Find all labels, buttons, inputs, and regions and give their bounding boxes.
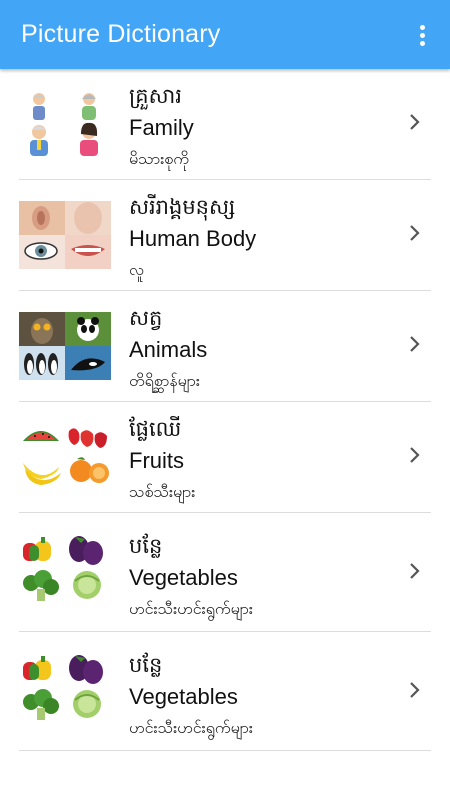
khmer-label: ផ្លែឈើ <box>129 417 182 441</box>
burmese-label: လူ <box>129 260 144 279</box>
burmese-label: ဟင်းသီးဟင်းရွက်များ <box>129 599 253 618</box>
chevron-right-icon <box>410 114 420 130</box>
chevron-right-icon <box>410 447 420 463</box>
english-label: Vegetables <box>129 565 238 590</box>
category-list: គ្រួសារ Family မိသားစုကို សរីរាង្គមនុស្ស… <box>0 69 450 751</box>
khmer-label: បន្លែ <box>129 534 163 558</box>
category-row-human-body[interactable]: សរីរាង្គមនុស្ស Human Body လူ <box>19 180 431 291</box>
chevron-right-icon <box>410 682 420 698</box>
human-body-parts-icon <box>19 201 111 269</box>
burmese-label: ဟင်းသီးဟင်းရွက်များ <box>129 718 253 737</box>
category-row-fruits[interactable]: ផ្លែឈើ Fruits သစ်သီးများ <box>19 402 431 513</box>
app-title: Picture Dictionary <box>21 20 221 48</box>
overflow-dot <box>419 40 425 46</box>
chevron-right-icon <box>410 563 420 579</box>
overflow-dot <box>419 24 425 30</box>
khmer-label: សរីរាង្គមនុស្ស <box>129 195 236 219</box>
animals-icon <box>19 312 111 380</box>
chevron-right-icon <box>410 336 420 352</box>
vegetables-icon <box>23 536 103 601</box>
overflow-dot <box>419 32 425 38</box>
category-row-animals[interactable]: សត្វ Animals တိရိစ္ဆာန်များ <box>19 291 431 402</box>
family-members-icon <box>30 93 98 156</box>
fruits-icon <box>23 428 109 485</box>
burmese-label: မိသားစုကို <box>129 149 189 168</box>
chevron-right-icon <box>410 225 420 241</box>
category-row-vegetables-2[interactable]: បន្លែ Vegetables ဟင်းသီးဟင်းရွက်များ <box>19 632 431 751</box>
vegetables-icon <box>23 655 103 720</box>
category-row-vegetables[interactable]: បន្លែ Vegetables ဟင်းသီးဟင်းရွက်များ <box>19 513 431 632</box>
khmer-label: សត្វ <box>129 306 163 330</box>
category-row-family[interactable]: គ្រួសារ Family မိသားစုကို <box>19 69 431 180</box>
overflow-menu-button[interactable] <box>412 20 432 50</box>
english-label: Family <box>129 115 194 140</box>
english-label: Human Body <box>129 226 257 251</box>
khmer-label: បន្លែ <box>129 653 163 677</box>
khmer-label: គ្រួសារ <box>129 84 182 108</box>
english-label: Animals <box>129 337 208 362</box>
app-bar: Picture Dictionary <box>0 0 450 69</box>
english-label: Vegetables <box>129 684 238 709</box>
english-label: Fruits <box>129 448 184 473</box>
burmese-label: သစ်သီးများ <box>129 482 196 501</box>
burmese-label: တိရိစ္ဆာန်များ <box>129 371 200 390</box>
